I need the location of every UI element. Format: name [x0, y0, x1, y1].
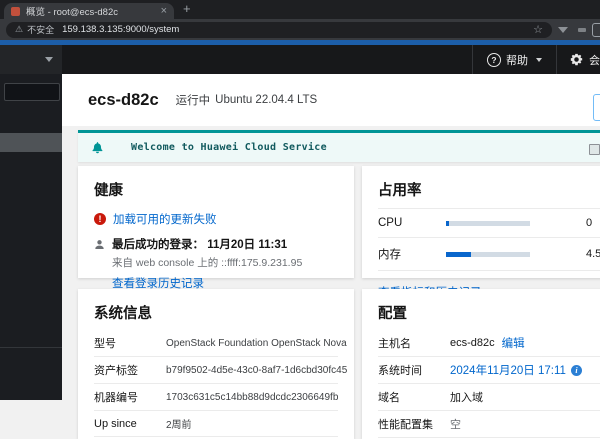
table-row: 型号 OpenStack Foundation OpenStack Nova [94, 330, 347, 357]
memory-value: 4.5 [586, 248, 600, 260]
health-title: 健康 [94, 183, 123, 199]
extensions-icon[interactable] [578, 28, 586, 32]
usage-title: 占用率 [378, 183, 422, 199]
bell-icon [92, 142, 103, 154]
join-domain-value[interactable]: 加入域 [450, 389, 483, 405]
address-bar[interactable]: ⚠ 不安全 159.138.3.135:9000/system ☆ [6, 21, 552, 38]
performance-profile-value: 空 [450, 419, 461, 431]
host-state: 运行中 [175, 95, 211, 107]
help-menu[interactable]: ? 帮助 [473, 52, 556, 68]
memory-label: 内存 [378, 249, 401, 261]
updates-failed-link[interactable]: 加载可用的更新失败 [113, 211, 217, 227]
performance-profile-label: 性能配置集 [378, 419, 433, 431]
bookmark-star-icon[interactable]: ☆ [533, 23, 543, 36]
sidebar-item-overview[interactable] [0, 133, 62, 152]
last-login-source: 来自 web console 上的 ::ffff:175.9.231.95 [112, 257, 303, 269]
memory-progress-bar [446, 251, 530, 257]
url-text[interactable]: 159.138.3.135:9000/system [62, 24, 179, 35]
page-title: ecs-d82c [88, 90, 159, 109]
browser-tab-strip: 概览 - root@ecs-d82c × + [0, 0, 600, 19]
uptime-label: Up since [94, 417, 137, 430]
cpu-value: 0 [586, 217, 593, 229]
new-tab-button[interactable]: + [183, 1, 191, 16]
chevron-down-icon [536, 57, 542, 62]
machine-id-value: 1703c631c5c14bb88d9dcdc2306649fb [166, 391, 339, 403]
tab-close-icon[interactable]: × [161, 5, 167, 17]
cpu-label: CPU [378, 217, 403, 229]
uptime-value: 2周前 [166, 420, 192, 431]
nav-search-input[interactable] [4, 83, 60, 101]
memory-usage-row: 内存 4.5 [378, 238, 600, 271]
hostname-value: ecs-d82c [450, 337, 495, 349]
insecure-warning-icon[interactable]: ⚠ [15, 24, 23, 35]
security-label[interactable]: 不安全 [27, 23, 54, 36]
nav-sidebar [0, 74, 62, 400]
system-time-label: 系统时间 [378, 365, 422, 377]
usage-card: 占用率 CPU 0 内存 4.5 查看指标和历史记录 [362, 166, 600, 299]
sidebar-divider [0, 347, 62, 348]
header-action-button-partial[interactable] [593, 94, 600, 121]
user-icon [95, 239, 104, 249]
machine-id-label: 机器编号 [94, 392, 138, 404]
table-row: 资产标签 b79f9502-4d5e-43c0-8af7-1d6cbd30fc4… [94, 357, 347, 384]
page-header: ecs-d82c 运行中 Ubuntu 22.04.4 LTS [62, 74, 600, 126]
session-menu[interactable]: 会 [557, 52, 600, 68]
error-icon: ! [94, 213, 106, 225]
table-row: 性能配置集 空 [378, 411, 600, 438]
configuration-title: 配置 [378, 306, 407, 322]
downloads-icon[interactable] [558, 27, 568, 33]
host-os: Ubuntu 22.04.4 LTS [215, 94, 318, 106]
model-label: 型号 [94, 338, 116, 350]
last-login-time: 11月20日 11:31 [207, 239, 288, 251]
info-icon[interactable]: i [570, 364, 582, 376]
last-login-label: 最后成功的登录： [112, 239, 204, 251]
browser-toolbar: ⚠ 不安全 159.138.3.135:9000/system ☆ [0, 19, 600, 40]
health-card: 健康 ! 加载可用的更新失败 最后成功的登录： 11月20日 11:31 来自 … [78, 166, 354, 290]
configuration-card: 配置 主机名 ecs-d82c 编辑 系统时间 2024年11月20日 17:1… [362, 289, 600, 439]
table-row: 系统时间 2024年11月20日 17:11 i [378, 357, 600, 384]
table-row: 域名 加入域 [378, 384, 600, 411]
table-row: 主机名 ecs-d82c 编辑 [378, 330, 600, 357]
help-label: 帮助 [506, 54, 528, 67]
cpu-usage-row: CPU 0 [378, 208, 600, 238]
table-row: Up since 2周前 [94, 411, 338, 437]
tab-favicon [11, 6, 20, 16]
memory-progress-fill [446, 251, 472, 257]
session-label: 会 [589, 54, 600, 67]
table-row: 机器编号 1703c631c5c14bb88d9dcdc2306649fb [94, 384, 338, 411]
system-info-card: 系统信息 型号 OpenStack Foundation OpenStack N… [78, 289, 354, 439]
edit-hostname-link[interactable]: 编辑 [502, 335, 525, 351]
system-time-link[interactable]: 2024年11月20日 17:11 [450, 362, 566, 378]
browser-tab[interactable]: 概览 - root@ecs-d82c × [4, 3, 174, 19]
cpu-progress-bar [446, 220, 530, 226]
motd-banner: Welcome to Huawei Cloud Service [78, 130, 600, 162]
gear-icon [570, 53, 583, 66]
asset-tag-label: 资产标签 [94, 365, 138, 377]
system-info-title: 系统信息 [94, 306, 152, 322]
motd-text: Welcome to Huawei Cloud Service [131, 142, 327, 153]
help-icon: ? [487, 52, 501, 67]
domain-label: 域名 [378, 392, 400, 404]
model-value: OpenStack Foundation OpenStack Nova [166, 337, 347, 349]
masthead: ? 帮助 会 [62, 45, 600, 74]
asset-tag-value: b79f9502-4d5e-43c0-8af7-1d6cbd30fc45 [166, 364, 348, 376]
hostname-label: 主机名 [378, 338, 411, 350]
cpu-progress-fill [446, 220, 449, 226]
host-switcher[interactable] [0, 45, 62, 74]
tab-title: 概览 - root@ecs-d82c [26, 7, 119, 18]
chevron-down-icon [45, 57, 53, 62]
banner-action-icon[interactable] [589, 144, 600, 155]
browser-profile-icon[interactable] [592, 23, 600, 37]
